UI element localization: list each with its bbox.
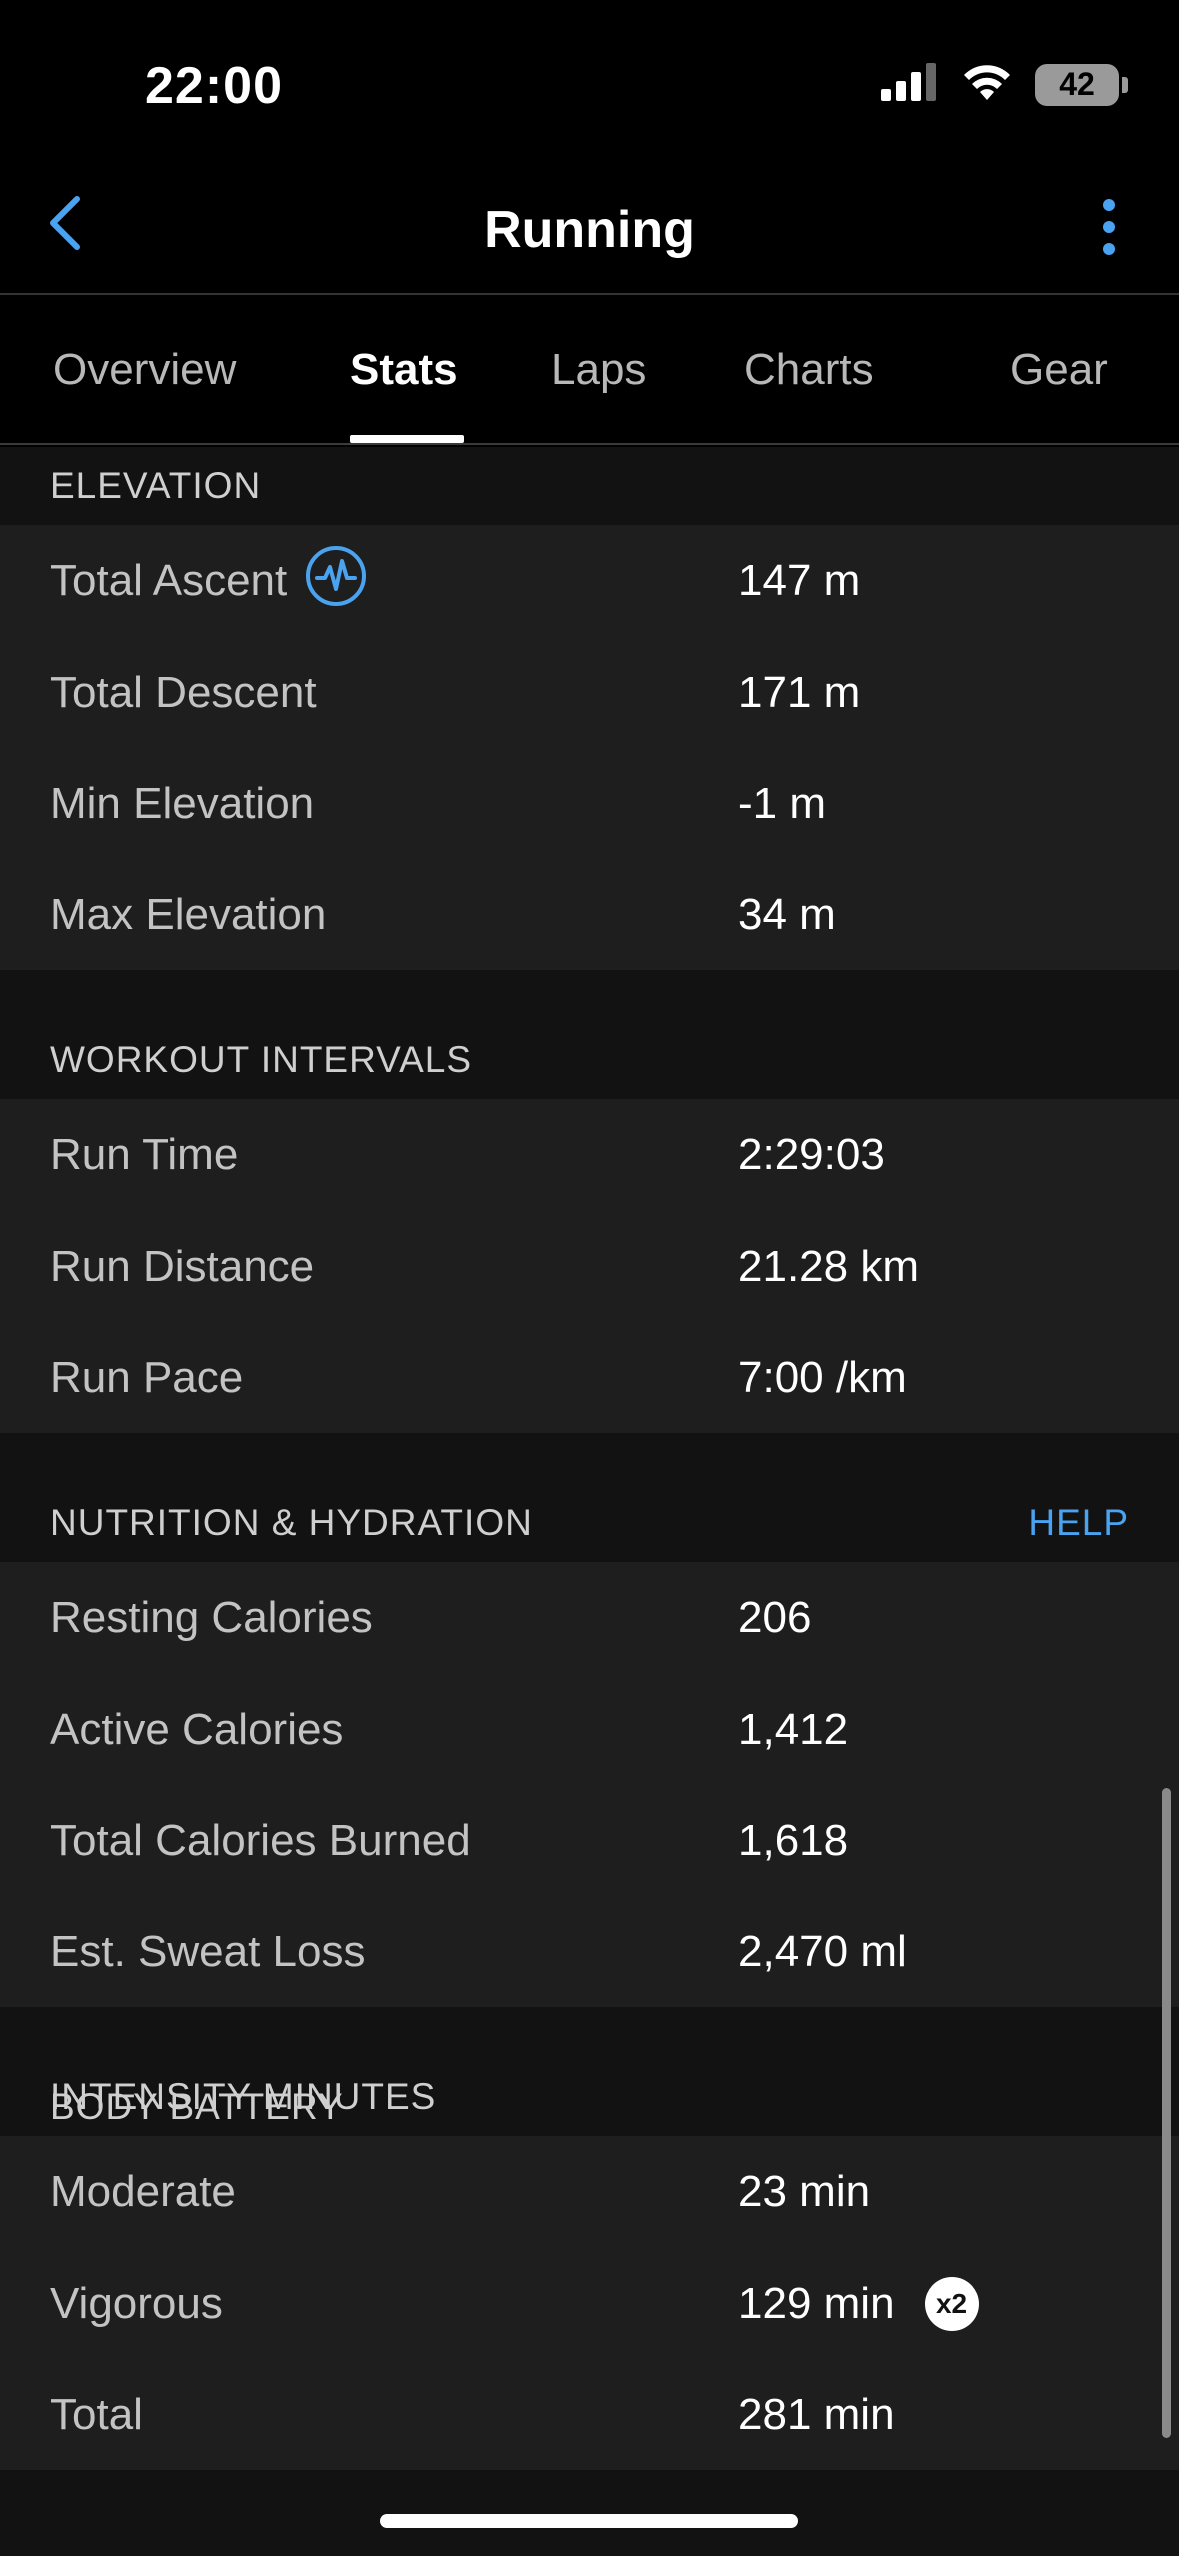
status-time: 22:00 (145, 57, 283, 115)
stat-value: 1,412 (738, 1704, 849, 1754)
stat-row-run-distance: Run Distance 21.28 km (0, 1211, 1179, 1322)
stat-value: 1,618 (738, 1815, 849, 1865)
stat-value: 171 m (738, 667, 861, 717)
stat-label: Total Descent (50, 667, 317, 717)
stat-row-run-time: Run Time 2:29:03 (0, 1099, 1179, 1211)
stat-label: Max Elevation (50, 889, 327, 939)
more-options-button[interactable] (1079, 192, 1139, 262)
stat-label: Run Distance (50, 1241, 315, 1291)
stat-row-sweat-loss: Est. Sweat Loss 2,470 ml (0, 1896, 1179, 2007)
stat-row-min-elevation: Min Elevation -1 m (0, 748, 1179, 859)
stat-row-total-descent: Total Descent 171 m (0, 637, 1179, 748)
active-tab-indicator (350, 435, 464, 443)
section-title: NUTRITION & HYDRATION (50, 1502, 533, 1543)
workout-interval-stats: Run Time 2:29:03 Run Distance 21.28 km R… (0, 1099, 1179, 1433)
stats-content[interactable]: ELEVATION Total Ascent 147 m Total Desce… (0, 447, 1179, 2556)
stat-row-resting-calories: Resting Calories 206 (0, 1562, 1179, 1674)
stat-value: 21.28 km (738, 1241, 919, 1291)
battery-level: 42 (1059, 66, 1095, 102)
section-header-body-battery: BODY BATTERY (50, 2086, 344, 2127)
stat-value: 34 m (738, 889, 836, 939)
stat-value: -1 m (738, 778, 826, 828)
section-header-elevation: ELEVATION (0, 447, 1179, 525)
multiplier-badge: x2 (924, 2276, 979, 2331)
elevation-graph-icon[interactable] (305, 545, 367, 618)
stat-row-moderate: Moderate 23 min (0, 2136, 1179, 2248)
stat-value: 129 min (738, 2278, 895, 2328)
section-title: ELEVATION (50, 465, 262, 506)
stat-label: Run Pace (50, 1352, 244, 1402)
stat-label: Run Time (50, 1130, 239, 1179)
stat-row-run-pace: Run Pace 7:00 /km (0, 1322, 1179, 1433)
section-gap (0, 1433, 1179, 1484)
stat-label: Moderate (50, 2167, 236, 2216)
section-title: WORKOUT INTERVALS (50, 1039, 473, 1080)
status-bar: 22:00 42 (0, 0, 1179, 170)
stat-label: Vigorous (50, 2278, 223, 2328)
stat-row-total-intensity: Total 281 min (0, 2359, 1179, 2470)
stat-value: 2:29:03 (738, 1130, 885, 1179)
stat-row-active-calories: Active Calories 1,412 (0, 1674, 1179, 1785)
stat-label: Total (50, 2389, 143, 2439)
stat-value: 23 min (738, 2167, 871, 2216)
nav-bar: Running (0, 170, 1179, 295)
stat-label: Resting Calories (50, 1593, 373, 1642)
stat-label: Est. Sweat Loss (50, 1926, 366, 1976)
section-gap (0, 2007, 1179, 2058)
nutrition-stats: Resting Calories 206 Active Calories 1,4… (0, 1562, 1179, 2007)
stat-value: 281 min (738, 2389, 895, 2439)
tab-gear[interactable]: Gear (1010, 345, 1108, 395)
section-gap (0, 970, 1179, 1021)
stat-row-vigorous: Vigorous 129 min x2 (0, 2248, 1179, 2359)
battery-icon: 42 (1035, 63, 1128, 106)
tab-bar: Overview Stats Laps Charts Gear (0, 297, 1179, 445)
stat-label: Total Ascent (50, 556, 288, 605)
stat-value: 7:00 /km (738, 1352, 907, 1402)
stat-value: 147 m (738, 556, 861, 605)
stat-value: 206 (738, 1593, 812, 1642)
help-link[interactable]: HELP (1028, 1502, 1129, 1544)
stat-label: Min Elevation (50, 778, 315, 828)
intensity-minute-stats: Moderate 23 min Vigorous 129 min x2 Tota… (0, 2136, 1179, 2470)
stat-label: Active Calories (50, 1704, 344, 1754)
tab-overview[interactable]: Overview (53, 345, 236, 395)
home-indicator[interactable] (380, 2514, 798, 2528)
section-header-nutrition: NUTRITION & HYDRATION HELP (0, 1484, 1179, 1562)
section-header-workout-intervals: WORKOUT INTERVALS (0, 1021, 1179, 1099)
status-icons: 42 (881, 62, 1128, 107)
stat-row-max-elevation: Max Elevation 34 m (0, 859, 1179, 970)
wifi-icon (961, 62, 1013, 107)
page-title: Running (484, 201, 695, 259)
scrollbar[interactable] (1162, 1788, 1171, 2438)
stat-label: Total Calories Burned (50, 1815, 471, 1865)
stat-row-total-ascent: Total Ascent 147 m (0, 525, 1179, 637)
stat-row-total-calories: Total Calories Burned 1,618 (0, 1785, 1179, 1896)
tab-charts[interactable]: Charts (744, 345, 874, 395)
tab-laps[interactable]: Laps (551, 345, 646, 395)
stat-value: 2,470 ml (738, 1926, 907, 1976)
cellular-signal-icon (881, 63, 939, 106)
elevation-stats: Total Ascent 147 m Total Descent 171 m M… (0, 525, 1179, 970)
more-vertical-icon (1103, 199, 1115, 255)
tab-stats[interactable]: Stats (350, 345, 458, 395)
